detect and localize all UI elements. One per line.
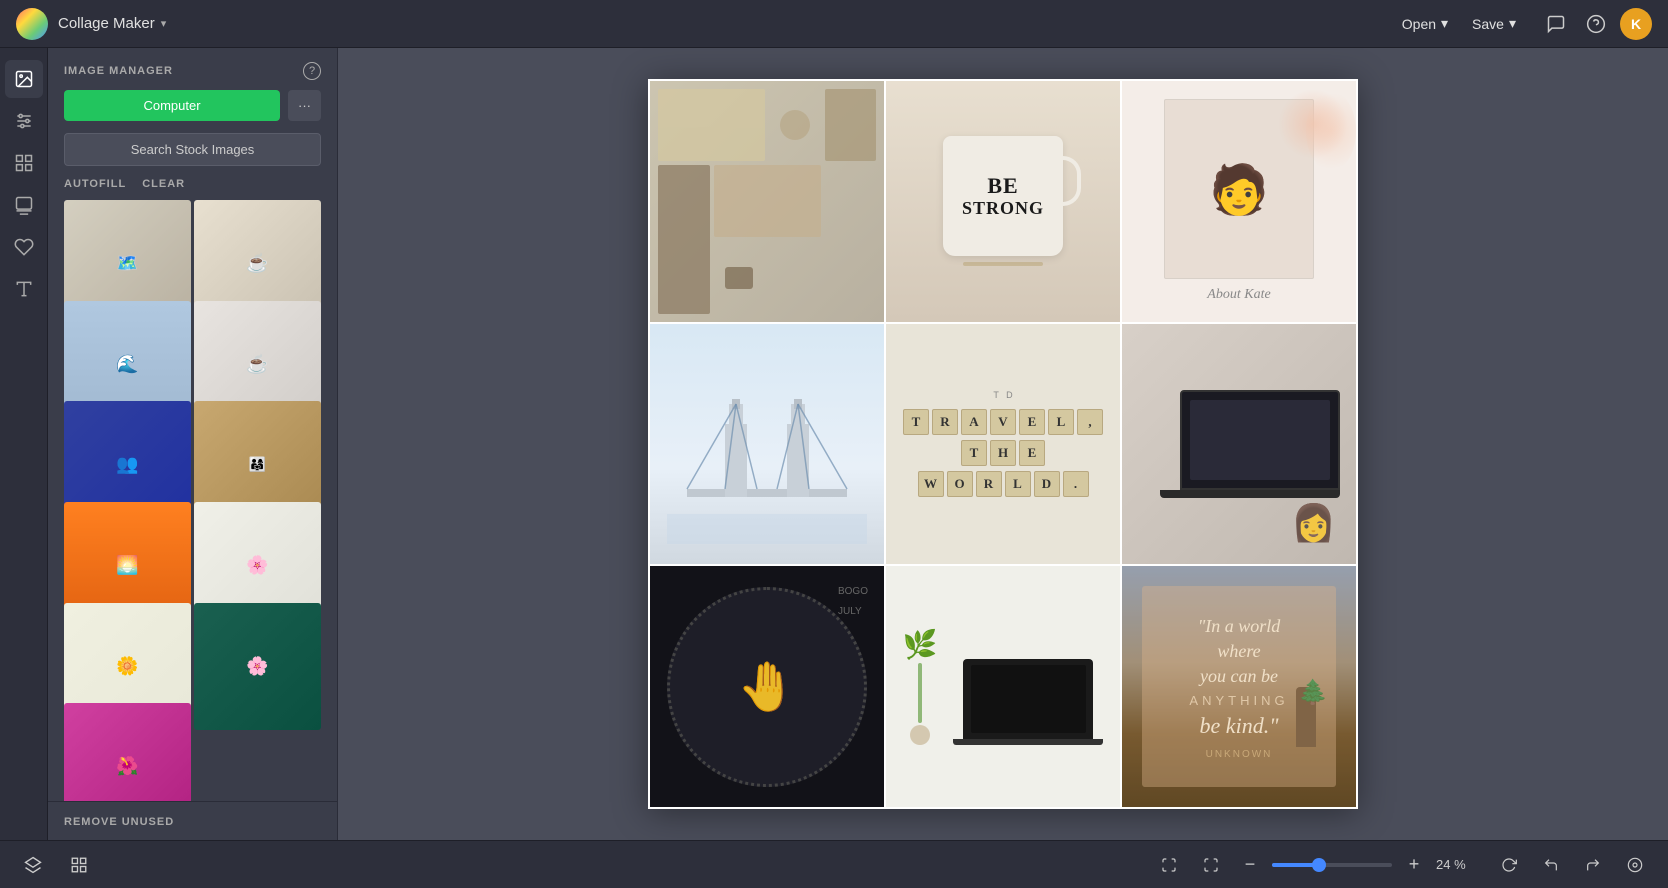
main-area: IMAGE MANAGER ? Computer ··· Search Stoc…	[0, 48, 1668, 840]
zoom-in-button[interactable]: +	[1400, 851, 1428, 879]
search-stock-button[interactable]: Search Stock Images	[64, 133, 321, 166]
zoom-slider[interactable]	[1272, 863, 1392, 867]
undo-button[interactable]	[1534, 848, 1568, 882]
sidebar-header: IMAGE MANAGER ?	[48, 48, 337, 90]
thumbnail-10[interactable]: 🌸	[194, 603, 321, 730]
redo-button[interactable]	[1576, 848, 1610, 882]
canvas-area: BE STRONG 🧑 About Kat	[338, 48, 1668, 840]
zoom-percent: 24 %	[1436, 857, 1476, 872]
open-button[interactable]: Open ▾	[1390, 9, 1460, 38]
icon-bar	[0, 48, 48, 840]
autofill-button[interactable]: AUTOFILL	[64, 178, 126, 190]
collage-cell-6[interactable]: 👩	[1122, 324, 1356, 565]
expand-button[interactable]	[1152, 848, 1186, 882]
favorites-tool-button[interactable]	[5, 228, 43, 266]
collage-cell-8[interactable]: 🌿	[886, 566, 1120, 807]
help-icon-button[interactable]	[1580, 8, 1612, 40]
autofill-row: AUTOFILL CLEAR	[48, 178, 337, 200]
collage-cell-2[interactable]: BE STRONG	[886, 81, 1120, 322]
bottom-right-tools	[1492, 848, 1652, 882]
collage-cell-4[interactable]	[650, 324, 884, 565]
refresh-button[interactable]	[1492, 848, 1526, 882]
collage-cell-3[interactable]: 🧑 About Kate	[1122, 81, 1356, 322]
collage-cell-7[interactable]: 🤚 BOGO JULY	[650, 566, 884, 807]
images-tool-button[interactable]	[5, 60, 43, 98]
app-logo[interactable]	[16, 8, 48, 40]
user-avatar[interactable]: K	[1620, 8, 1652, 40]
zoom-controls: − + 24 %	[1152, 848, 1476, 882]
bottom-left-tools	[16, 848, 96, 882]
grid-button[interactable]	[62, 848, 96, 882]
zoom-out-button[interactable]: −	[1236, 851, 1264, 879]
topbar: Collage Maker ▾ Open ▾ Save ▾ K	[0, 0, 1668, 48]
bottom-bar: − + 24 %	[0, 840, 1668, 888]
clear-button[interactable]: CLEAR	[142, 178, 185, 190]
collage-cell-9[interactable]: 🌲 "In a worldwhereyou can be ANYTHING be…	[1122, 566, 1356, 807]
fit-button[interactable]	[1194, 848, 1228, 882]
text-tool-button[interactable]	[5, 270, 43, 308]
layout-tool-button[interactable]	[5, 144, 43, 182]
computer-upload-button[interactable]: Computer	[64, 90, 280, 121]
thumbnail-11[interactable]: 🌺	[64, 703, 191, 801]
remove-unused-button[interactable]: REMOVE UNUSED	[64, 816, 174, 828]
layers-button[interactable]	[16, 848, 50, 882]
app-name-chevron[interactable]: ▾	[161, 17, 167, 30]
collage-cell-1[interactable]	[650, 81, 884, 322]
sidebar-help-button[interactable]: ?	[303, 62, 321, 80]
image-thumbnail-grid: 🗺️ ☕ 🌊 ☕ 👥 👨‍👩‍👧 🌅	[48, 200, 337, 801]
adjust-tool-button[interactable]	[5, 102, 43, 140]
collage-canvas[interactable]: BE STRONG 🧑 About Kat	[648, 79, 1358, 809]
sidebar: IMAGE MANAGER ? Computer ··· Search Stoc…	[48, 48, 338, 840]
settings-button[interactable]	[1618, 848, 1652, 882]
sidebar-bottom: REMOVE UNUSED	[48, 801, 337, 840]
more-options-button[interactable]: ···	[288, 90, 321, 121]
background-tool-button[interactable]	[5, 186, 43, 224]
app-name: Collage Maker	[58, 15, 155, 32]
save-button[interactable]: Save ▾	[1460, 9, 1528, 38]
sidebar-title: IMAGE MANAGER	[64, 65, 173, 77]
collage-cell-5[interactable]: T D T R A V E L , T H E	[886, 324, 1120, 565]
chat-icon-button[interactable]	[1540, 8, 1572, 40]
sidebar-upload-buttons: Computer ···	[48, 90, 337, 133]
